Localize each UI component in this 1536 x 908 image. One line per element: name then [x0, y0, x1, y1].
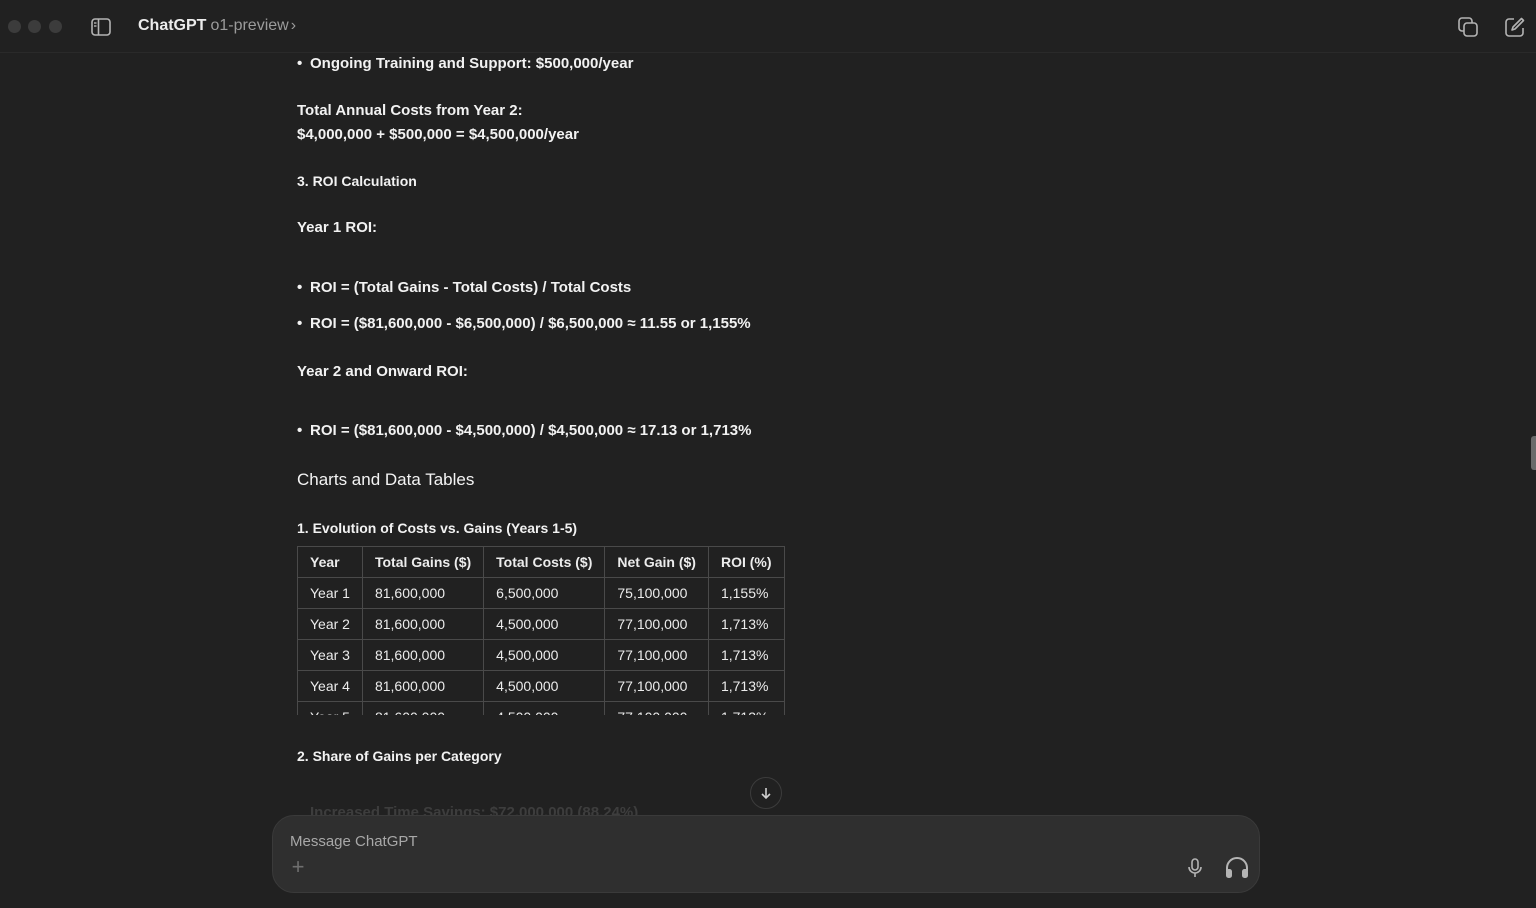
section-heading: 2. Share of Gains per Category	[297, 748, 502, 764]
plus-icon: +	[291, 854, 305, 879]
scroll-to-bottom-button[interactable]	[750, 777, 782, 809]
table-cell: Year 1	[297, 577, 363, 609]
copy-chat-button[interactable]	[1455, 14, 1481, 40]
table-row: Year 5 81,600,000 4,500,000 77,100,000 1…	[297, 701, 785, 715]
table-cell: Year 4	[297, 670, 363, 702]
table-cell: Year 2	[297, 608, 363, 640]
window-zoom-button[interactable]	[49, 20, 62, 33]
paragraph: Year 2 and Onward ROI:	[297, 363, 468, 380]
paragraph: $4,000,000 + $500,000 = $4,500,000/year	[297, 126, 579, 143]
assistant-message: Ongoing Training and Support: $500,000/y…	[297, 52, 1197, 814]
paragraph: Total Annual Costs from Year 2:	[297, 102, 523, 119]
chevron-right-icon: ›	[290, 17, 297, 34]
headphones-icon	[1226, 857, 1248, 878]
table-cell: 81,600,000	[361, 608, 485, 640]
microphone-icon	[1188, 858, 1202, 877]
table-cell: Year 3	[297, 639, 363, 671]
table-cell: 1,713%	[707, 639, 785, 671]
page-scrollbar[interactable]	[1531, 436, 1536, 470]
table-row: Year 1 81,600,000 6,500,000 75,100,000 1…	[297, 577, 785, 609]
title-bar: ChatGPT o1-preview ›	[0, 0, 1536, 53]
window-close-button[interactable]	[8, 20, 21, 33]
app-name: ChatGPT	[138, 17, 207, 34]
voice-mode-button[interactable]	[1223, 854, 1251, 882]
model-name: o1-preview	[210, 17, 289, 34]
list-item: ROI = ($81,600,000 - $4,500,000) / $4,50…	[297, 422, 751, 439]
table-cell: 4,500,000	[483, 670, 606, 702]
table-header: ROI (%)	[707, 546, 785, 578]
list-item: ROI = (Total Gains - Total Costs) / Tota…	[297, 279, 631, 296]
table-cell: 77,100,000	[604, 639, 709, 671]
table-cell: 1,713%	[707, 670, 785, 702]
table-cell: 75,100,000	[604, 577, 709, 609]
data-table: Year Total Gains ($) Total Costs ($) Net…	[297, 546, 785, 715]
paragraph: Year 1 ROI:	[297, 219, 378, 236]
section-heading: 1. Evolution of Costs vs. Gains (Years 1…	[297, 520, 578, 536]
table-cell: 6,500,000	[483, 577, 606, 609]
new-chat-button[interactable]	[1502, 14, 1528, 40]
table-header: Total Costs ($)	[483, 546, 606, 578]
table-cell: 4,500,000	[483, 701, 606, 715]
table-cell: 77,100,000	[604, 701, 709, 715]
message-input[interactable]	[288, 830, 1152, 852]
table-cell: 4,500,000	[483, 639, 606, 671]
table-header: Total Gains ($)	[361, 546, 485, 578]
new-chat-icon	[1505, 17, 1525, 37]
table-cell: 77,100,000	[604, 608, 709, 640]
section-heading: 3. ROI Calculation	[297, 173, 417, 189]
list-item: ROI = ($81,600,000 - $6,500,000) / $6,50…	[297, 315, 751, 332]
window-minimize-button[interactable]	[28, 20, 41, 33]
dictate-button[interactable]	[1184, 856, 1206, 880]
model-selector[interactable]: ChatGPT o1-preview ›	[138, 17, 296, 35]
table-cell: 81,600,000	[361, 577, 485, 609]
sidebar-toggle-button[interactable]	[88, 14, 114, 40]
table-header: Year	[297, 546, 363, 578]
table-row: Year 3 81,600,000 4,500,000 77,100,000 1…	[297, 639, 785, 671]
table-cell: 81,600,000	[361, 670, 485, 702]
table-cell: 77,100,000	[604, 670, 709, 702]
table-row: Year 4 81,600,000 4,500,000 77,100,000 1…	[297, 670, 785, 702]
table-cell: 1,713%	[707, 701, 785, 715]
message-composer: +	[272, 815, 1260, 893]
table-row: Year 2 81,600,000 4,500,000 77,100,000 1…	[297, 608, 785, 640]
table-cell: 1,713%	[707, 608, 785, 640]
table-cell: 81,600,000	[361, 639, 485, 671]
table-cell: 4,500,000	[483, 608, 606, 640]
list-item: Ongoing Training and Support: $500,000/y…	[297, 55, 633, 72]
table-cell: Year 5	[297, 701, 363, 715]
table-header-row: Year Total Gains ($) Total Costs ($) Net…	[297, 546, 785, 578]
table-cell: 81,600,000	[361, 701, 485, 715]
attach-button[interactable]: +	[287, 854, 309, 879]
data-table-scroll[interactable]: Year Total Gains ($) Total Costs ($) Net…	[297, 546, 792, 715]
table-cell: 1,155%	[707, 577, 785, 609]
section-heading: Charts and Data Tables	[297, 470, 475, 489]
sidebar-toggle-icon	[91, 18, 111, 36]
table-header: Net Gain ($)	[604, 546, 709, 578]
copy-chat-icon	[1458, 17, 1478, 37]
arrow-down-icon	[761, 788, 771, 800]
